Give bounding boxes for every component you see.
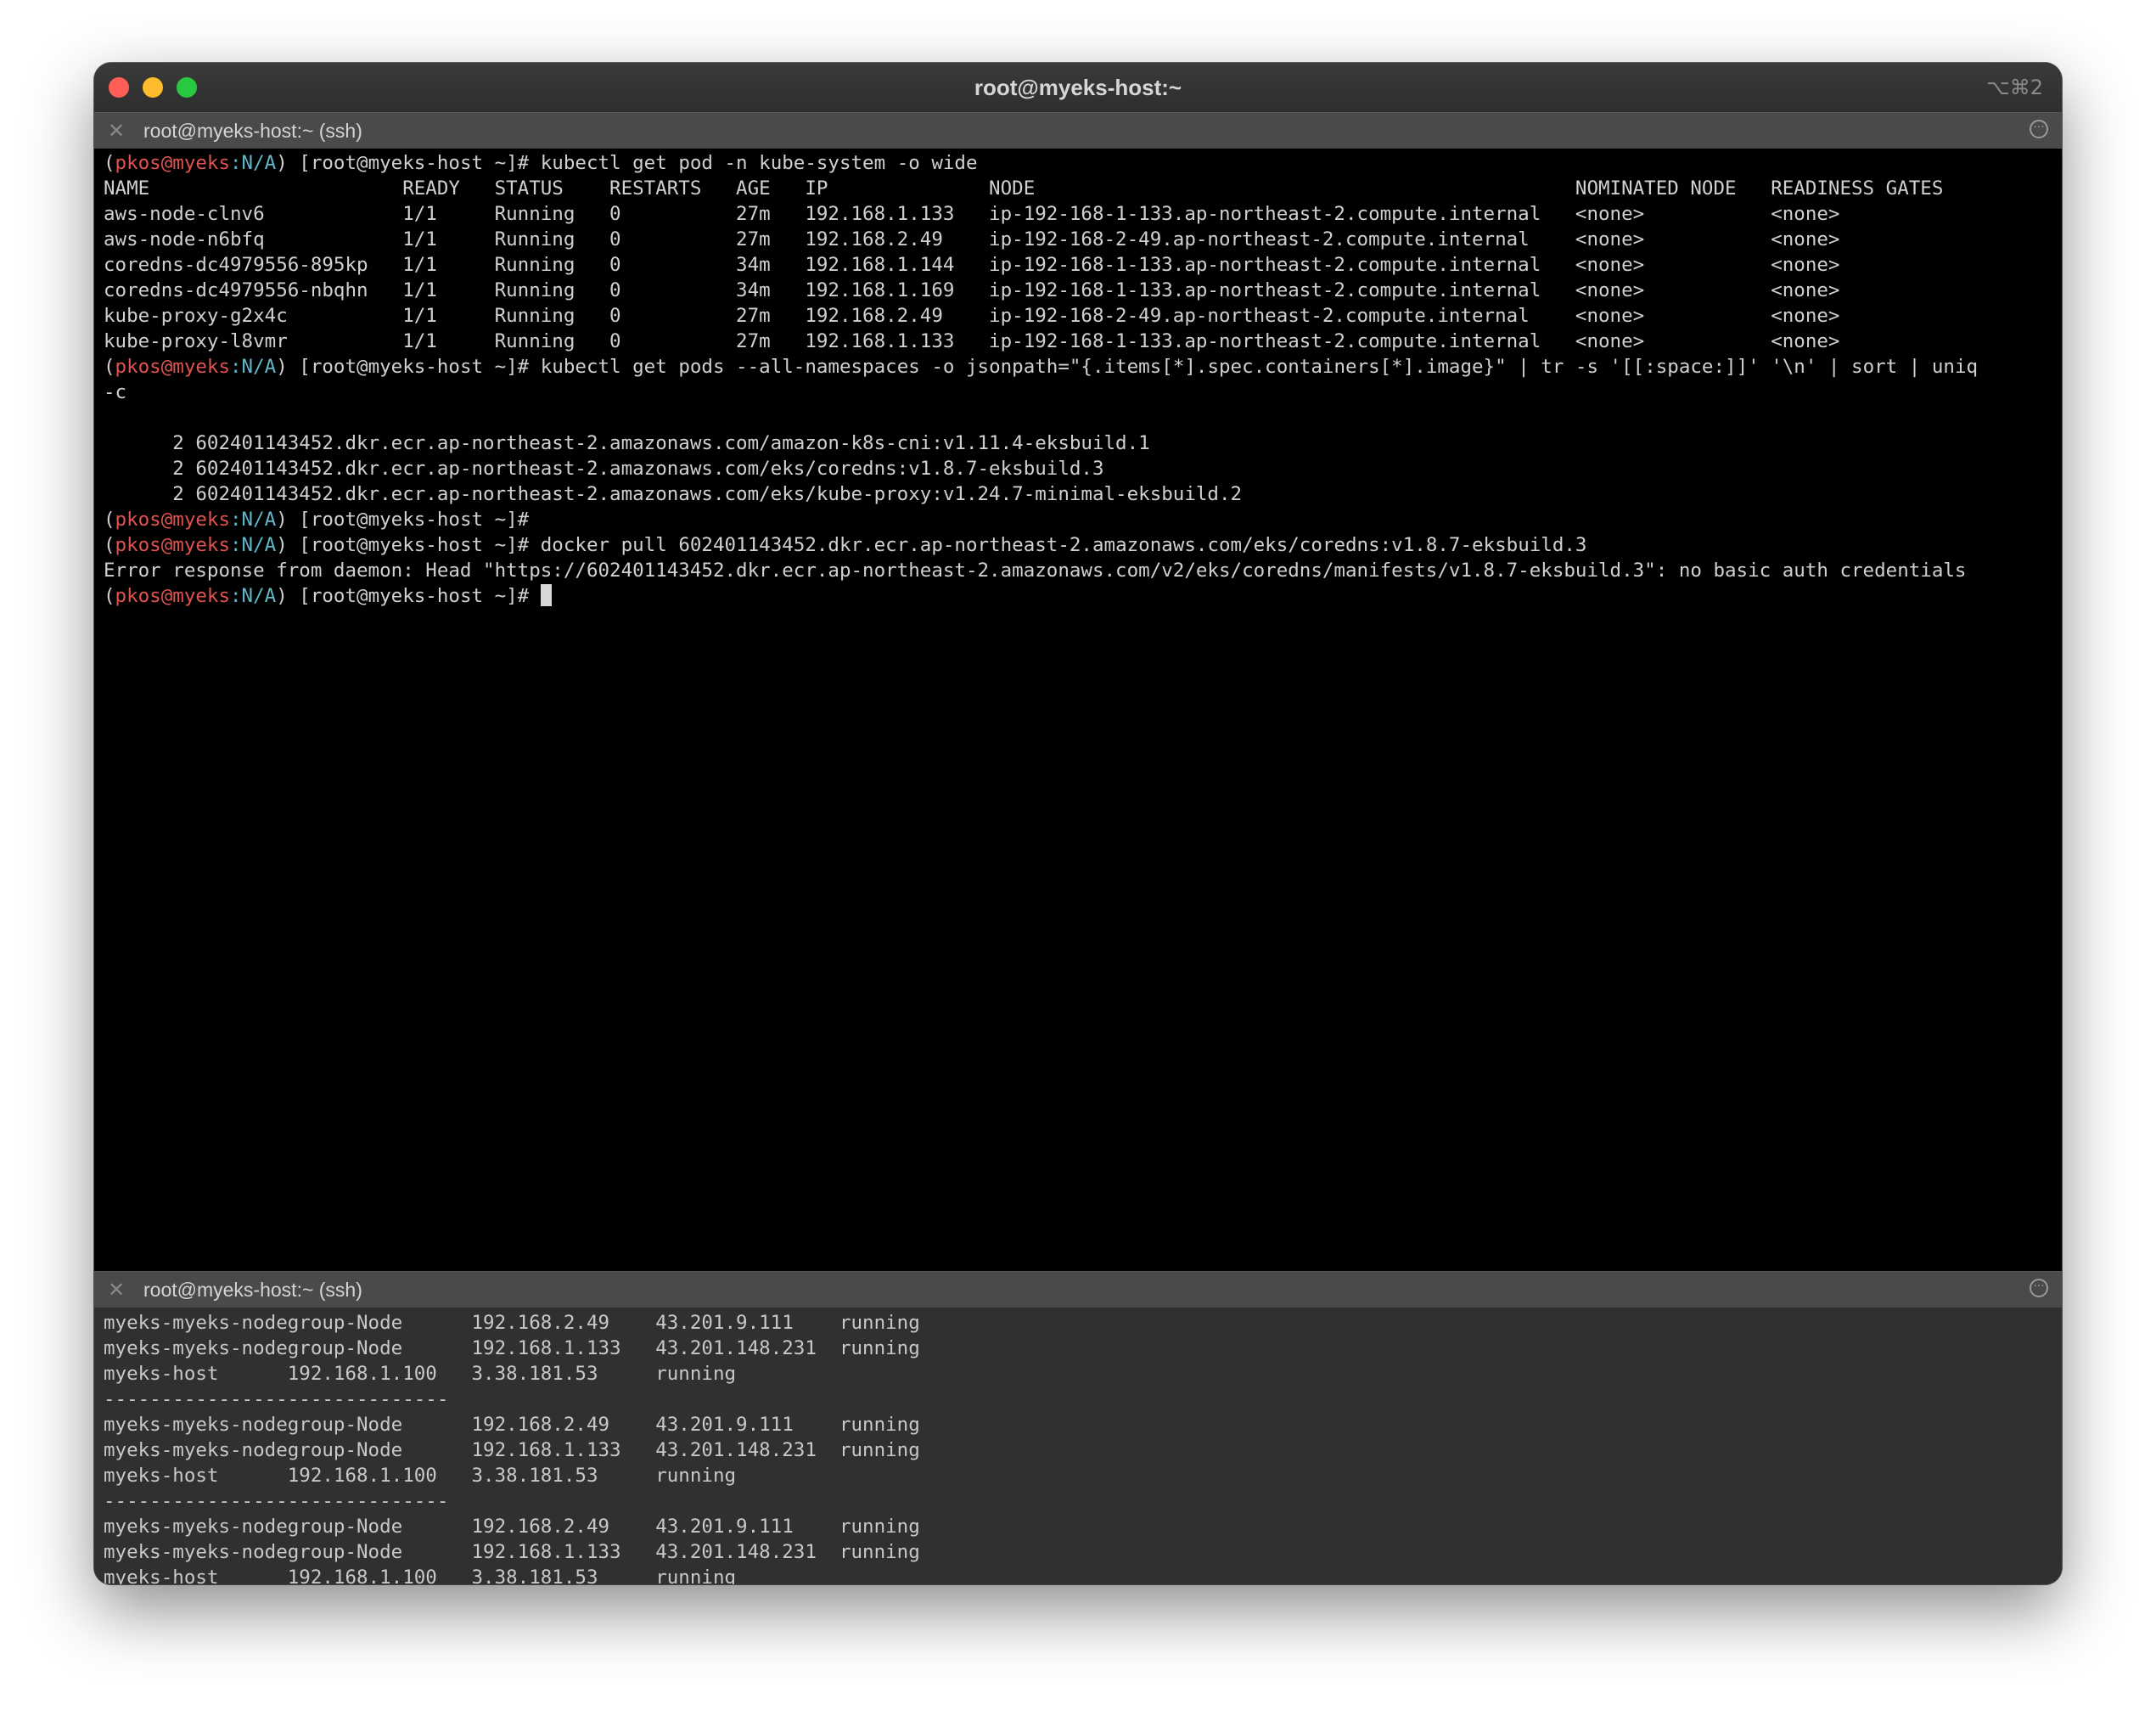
list-item: myeks-myeks-nodegroup-Node 192.168.1.133… [104, 1541, 920, 1563]
more-options-icon[interactable]: ··· [2030, 120, 2048, 138]
list-item: 2 602401143452.dkr.ecr.ap-northeast-2.am… [104, 458, 1104, 480]
command-text: docker pull 602401143452.dkr.ecr.ap-nort… [540, 534, 1587, 556]
list-item: myeks-host 192.168.1.100 3.38.181.53 run… [104, 1465, 737, 1487]
wrapped-text: -c [104, 381, 127, 403]
table-row: coredns-dc4979556-895kp 1/1 Running 0 34… [104, 254, 1840, 276]
command-text: kubectl get pods --all-namespaces -o jso… [540, 356, 1979, 378]
list-item: myeks-host 192.168.1.100 3.38.181.53 run… [104, 1567, 737, 1584]
window-title: root@myeks-host:~ [974, 75, 1182, 100]
list-item: myeks-myeks-nodegroup-Node 192.168.2.49 … [104, 1414, 920, 1436]
separator-line: ------------------------------ [104, 1388, 449, 1410]
list-item: myeks-host 192.168.1.100 3.38.181.53 run… [104, 1363, 737, 1385]
close-pane-icon[interactable]: ✕ [108, 113, 125, 149]
prompt: (pkos@myeks:N/A) [root@myeks-host ~]# [104, 356, 541, 378]
list-item: myeks-myeks-nodegroup-Node 192.168.1.133… [104, 1337, 920, 1359]
terminal-output[interactable]: myeks-myeks-nodegroup-Node 192.168.2.49 … [94, 1308, 2062, 1584]
table-row: kube-proxy-l8vmr 1/1 Running 0 27m 192.1… [104, 330, 1840, 352]
title-bar[interactable]: root@myeks-host:~ ⌥⌘2 [94, 63, 2062, 113]
table-row: aws-node-n6bfq 1/1 Running 0 27m 192.168… [104, 228, 1840, 250]
terminal-window: root@myeks-host:~ ⌥⌘2 ✕ root@myeks-host:… [94, 63, 2062, 1584]
table-row: kube-proxy-g2x4c 1/1 Running 0 27m 192.1… [104, 305, 1840, 327]
table-row: coredns-dc4979556-nbqhn 1/1 Running 0 34… [104, 279, 1840, 301]
separator-line: ------------------------------ [104, 1490, 449, 1512]
table-row: aws-node-clnv6 1/1 Running 0 27m 192.168… [104, 203, 1840, 225]
bottom-pane-tab-title: root@myeks-host:~ (ssh) [143, 1279, 362, 1301]
top-pane-tab-title: root@myeks-host:~ (ssh) [143, 120, 362, 142]
close-pane-icon[interactable]: ✕ [108, 1272, 125, 1308]
prompt: (pkos@myeks:N/A) [root@myeks-host ~]# [104, 585, 541, 607]
list-item: myeks-myeks-nodegroup-Node 192.168.1.133… [104, 1439, 920, 1461]
top-pane-tab-bar[interactable]: ✕ root@myeks-host:~ (ssh) ··· [94, 112, 2062, 149]
top-terminal-pane[interactable]: (pkos@myeks:N/A) [root@myeks-host ~]# ku… [94, 149, 2062, 1271]
error-message: Error response from daemon: Head "https:… [104, 560, 1967, 582]
list-item: myeks-myeks-nodegroup-Node 192.168.2.49 … [104, 1516, 920, 1538]
list-item: 2 602401143452.dkr.ecr.ap-northeast-2.am… [104, 432, 1150, 454]
text-cursor [540, 584, 552, 606]
table-row: NAME READY STATUS RESTARTS AGE IP NODE N… [104, 177, 1944, 200]
bottom-pane-tab-bar[interactable]: ✕ root@myeks-host:~ (ssh) ··· [94, 1271, 2062, 1308]
more-options-icon[interactable]: ··· [2030, 1279, 2048, 1297]
list-item: myeks-myeks-nodegroup-Node 192.168.2.49 … [104, 1312, 920, 1334]
list-item: 2 602401143452.dkr.ecr.ap-northeast-2.am… [104, 483, 1243, 505]
bottom-terminal-pane[interactable]: myeks-myeks-nodegroup-Node 192.168.2.49 … [94, 1308, 2062, 1584]
terminal-output[interactable]: (pkos@myeks:N/A) [root@myeks-host ~]# ku… [94, 149, 2062, 609]
window-shortcut-label: ⌥⌘2 [1986, 76, 2043, 99]
command-text: kubectl get pod -n kube-system -o wide [540, 152, 978, 174]
prompt: (pkos@myeks:N/A) [root@myeks-host ~]# [104, 509, 541, 531]
prompt: (pkos@myeks:N/A) [root@myeks-host ~]# [104, 534, 541, 556]
prompt: (pkos@myeks:N/A) [root@myeks-host ~]# [104, 152, 541, 174]
